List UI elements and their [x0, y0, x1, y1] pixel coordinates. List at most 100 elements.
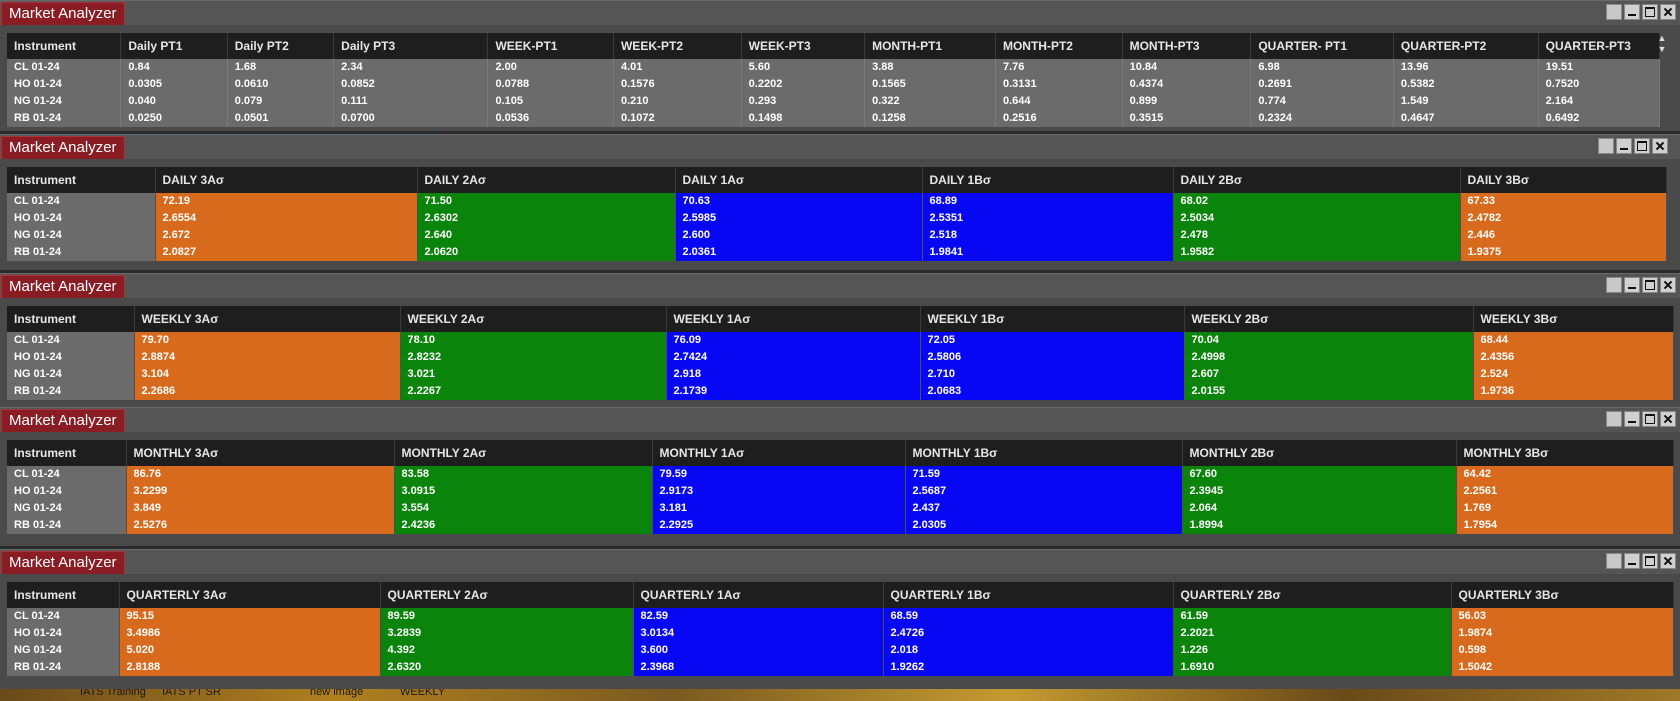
- column-header[interactable]: DAILY 3Bσ: [1460, 167, 1667, 193]
- column-header[interactable]: QUARTERLY 1Aσ: [633, 582, 884, 608]
- column-header[interactable]: DAILY 1Aσ: [675, 167, 923, 193]
- restore-icon[interactable]: [1606, 277, 1622, 293]
- band-value-cell[interactable]: 2.6554: [155, 210, 418, 227]
- column-header[interactable]: MONTHLY 2Aσ: [394, 440, 653, 466]
- band-value-cell[interactable]: 1.7954: [1456, 517, 1674, 534]
- table-row[interactable]: RB 01-24 2.0827 2.0620 2.0361 1.9841 1.9582 1.…: [7, 244, 1667, 261]
- column-header[interactable]: WEEKLY 2Bσ: [1184, 306, 1474, 332]
- maximize-icon[interactable]: [1642, 553, 1658, 569]
- band-value-cell[interactable]: 2.9173: [652, 483, 906, 500]
- band-value-cell[interactable]: 2.0683: [920, 383, 1185, 400]
- value-cell[interactable]: 0.3131: [995, 76, 1123, 93]
- column-header-instrument[interactable]: Instrument: [7, 440, 127, 466]
- band-value-cell[interactable]: 2.3968: [633, 659, 884, 676]
- instrument-cell[interactable]: RB 01-24: [7, 110, 122, 127]
- column-header-instrument[interactable]: Instrument: [7, 306, 135, 332]
- band-value-cell[interactable]: 1.5042: [1451, 659, 1674, 676]
- column-header[interactable]: QUARTER-PT3: [1538, 33, 1661, 59]
- value-cell[interactable]: 0.0788: [487, 76, 614, 93]
- band-value-cell[interactable]: 4.392: [380, 642, 634, 659]
- column-header[interactable]: MONTH-PT3: [1122, 33, 1252, 59]
- column-header[interactable]: WEEK-PT2: [613, 33, 742, 59]
- value-cell[interactable]: 3.88: [864, 59, 996, 76]
- maximize-icon[interactable]: [1642, 277, 1658, 293]
- band-value-cell[interactable]: 68.89: [922, 193, 1174, 210]
- table-row[interactable]: RB 01-24 0.0250 0.0501 0.0700 0.0536 0.1072 0.…: [7, 110, 1661, 127]
- column-header[interactable]: DAILY 2Bσ: [1173, 167, 1461, 193]
- band-value-cell[interactable]: 2.2925: [652, 517, 906, 534]
- band-value-cell[interactable]: 3.104: [134, 366, 401, 383]
- value-cell[interactable]: 5.60: [741, 59, 866, 76]
- panel-titlebar[interactable]: Market Analyzer: [0, 135, 1680, 159]
- value-cell[interactable]: 0.7520: [1538, 76, 1661, 93]
- band-value-cell[interactable]: 2.607: [1184, 366, 1474, 383]
- table-row[interactable]: RB 01-24 2.5276 2.4236 2.2925 2.0305 1.8994 1.…: [7, 517, 1674, 534]
- band-value-cell[interactable]: 76.09: [666, 332, 921, 349]
- band-value-cell[interactable]: 67.60: [1182, 466, 1457, 483]
- band-value-cell[interactable]: 2.2021: [1173, 625, 1452, 642]
- taskbar-item[interactable]: IATS PT SR: [162, 689, 221, 698]
- column-header-instrument[interactable]: Instrument: [7, 33, 122, 59]
- table-row[interactable]: HO 01-24 2.6554 2.6302 2.5985 2.5351 2.5034 2.…: [7, 210, 1667, 227]
- panel-titlebar[interactable]: Market Analyzer: [0, 408, 1680, 432]
- band-value-cell[interactable]: 0.598: [1451, 642, 1674, 659]
- instrument-cell[interactable]: HO 01-24: [7, 210, 156, 227]
- band-value-cell[interactable]: 3.600: [633, 642, 884, 659]
- band-value-cell[interactable]: 95.15: [119, 608, 381, 625]
- value-cell[interactable]: 1.68: [227, 59, 335, 76]
- value-cell[interactable]: 0.644: [995, 93, 1123, 110]
- band-value-cell[interactable]: 1.769: [1456, 500, 1674, 517]
- column-header[interactable]: QUARTERLY 2Bσ: [1173, 582, 1452, 608]
- band-value-cell[interactable]: 70.63: [675, 193, 923, 210]
- column-header[interactable]: QUARTERLY 2Aσ: [380, 582, 634, 608]
- value-cell[interactable]: 0.0700: [333, 110, 489, 127]
- band-value-cell[interactable]: 3.0134: [633, 625, 884, 642]
- restore-icon[interactable]: [1606, 411, 1622, 427]
- value-cell[interactable]: 0.210: [613, 93, 742, 110]
- instrument-cell[interactable]: RB 01-24: [7, 517, 127, 534]
- column-header[interactable]: QUARTERLY 1Bσ: [883, 582, 1174, 608]
- band-value-cell[interactable]: 5.020: [119, 642, 381, 659]
- column-header[interactable]: WEEK-PT3: [741, 33, 866, 59]
- column-header[interactable]: MONTHLY 1Aσ: [652, 440, 906, 466]
- instrument-cell[interactable]: NG 01-24: [7, 642, 120, 659]
- value-cell[interactable]: 0.322: [864, 93, 996, 110]
- band-value-cell[interactable]: 2.8874: [134, 349, 401, 366]
- value-cell[interactable]: 0.105: [487, 93, 614, 110]
- band-value-cell[interactable]: 1.6910: [1173, 659, 1452, 676]
- restore-icon[interactable]: [1598, 138, 1614, 154]
- value-cell[interactable]: 4.01: [613, 59, 742, 76]
- band-value-cell[interactable]: 2.5806: [920, 349, 1185, 366]
- band-value-cell[interactable]: 2.918: [666, 366, 921, 383]
- band-value-cell[interactable]: 2.5034: [1173, 210, 1461, 227]
- value-cell[interactable]: 0.0536: [487, 110, 614, 127]
- scroll-down-icon[interactable]: ▼: [1656, 44, 1668, 55]
- value-cell[interactable]: 0.2202: [741, 76, 866, 93]
- instrument-cell[interactable]: NG 01-24: [7, 366, 135, 383]
- band-value-cell[interactable]: 64.42: [1456, 466, 1674, 483]
- band-value-cell[interactable]: 2.1739: [666, 383, 921, 400]
- table-row[interactable]: HO 01-24 2.8874 2.8232 2.7424 2.5806 2.4998 2.…: [7, 349, 1674, 366]
- band-value-cell[interactable]: 2.5687: [905, 483, 1183, 500]
- table-row[interactable]: NG 01-24 5.020 4.392 3.600 2.018 1.226 0.598: [7, 642, 1674, 659]
- value-cell[interactable]: 0.0305: [120, 76, 228, 93]
- value-cell[interactable]: 0.84: [120, 59, 228, 76]
- band-value-cell[interactable]: 2.710: [920, 366, 1185, 383]
- band-value-cell[interactable]: 68.59: [883, 608, 1174, 625]
- column-header[interactable]: WEEKLY 3Bσ: [1473, 306, 1674, 332]
- taskbar-item[interactable]: WEEKLY: [400, 689, 445, 698]
- column-header-instrument[interactable]: Instrument: [7, 167, 156, 193]
- table-row[interactable]: NG 01-24 2.672 2.640 2.600 2.518 2.478 2.446: [7, 227, 1667, 244]
- close-icon[interactable]: [1660, 277, 1676, 293]
- band-value-cell[interactable]: 83.58: [394, 466, 653, 483]
- instrument-cell[interactable]: CL 01-24: [7, 193, 156, 210]
- value-cell[interactable]: 0.5382: [1393, 76, 1539, 93]
- value-cell[interactable]: 0.0852: [333, 76, 489, 93]
- band-value-cell[interactable]: 2.672: [155, 227, 418, 244]
- value-cell[interactable]: 7.76: [995, 59, 1123, 76]
- table-row[interactable]: CL 01-24 0.84 1.68 2.34 2.00 4.01 5.60 3.88 7.76…: [7, 59, 1661, 76]
- band-value-cell[interactable]: 68.44: [1473, 332, 1674, 349]
- maximize-icon[interactable]: [1634, 138, 1650, 154]
- table-row[interactable]: HO 01-24 3.4986 3.2839 3.0134 2.4726 2.2021 1.…: [7, 625, 1674, 642]
- panel-titlebar[interactable]: Market Analyzer: [0, 550, 1680, 574]
